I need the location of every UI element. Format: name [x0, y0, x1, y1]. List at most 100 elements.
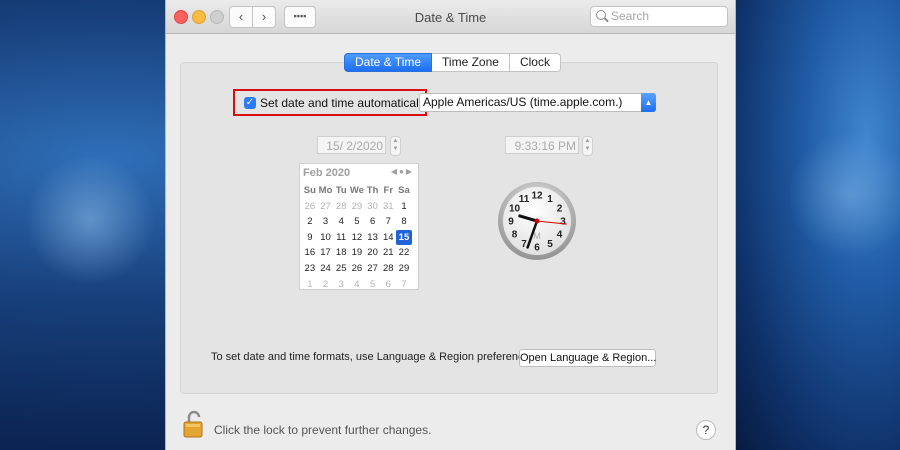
desktop-glow — [790, 120, 900, 270]
search-placeholder: Search — [611, 9, 650, 23]
calendar-day[interactable]: 17 — [318, 245, 334, 261]
calendar-day[interactable]: 7 — [380, 214, 396, 230]
calendar-day[interactable]: 20 — [365, 245, 381, 261]
calendar-month: Feb 2020 — [303, 167, 351, 179]
calendar-day[interactable]: 2 — [318, 277, 334, 293]
calendar-nav[interactable]: ◀●▶ — [391, 167, 414, 176]
calendar-weekday: We — [349, 185, 364, 196]
today-dot-icon[interactable]: ● — [399, 167, 406, 176]
clock-meridiem: M — [533, 231, 541, 241]
checkmark-icon: ✓ — [245, 97, 255, 108]
search-input[interactable]: Search — [590, 6, 728, 27]
clock-number: 12 — [531, 191, 543, 202]
calendar-day[interactable]: 11 — [333, 230, 349, 246]
tab-clock[interactable]: Clock — [509, 53, 561, 72]
calendar-day[interactable]: 26 — [302, 199, 318, 215]
clock-number: 6 — [534, 243, 540, 254]
calendar-day[interactable]: 31 — [380, 199, 396, 215]
calendar-day[interactable]: 28 — [333, 199, 349, 215]
clock-number: 7 — [521, 239, 527, 250]
calendar-day[interactable]: 27 — [318, 199, 334, 215]
calendar-day[interactable]: 9 — [302, 230, 318, 246]
clock-number: 9 — [508, 217, 514, 228]
calendar-day[interactable]: 24 — [318, 261, 334, 277]
calendar-day[interactable]: 21 — [380, 245, 396, 261]
calendar-day[interactable]: 5 — [349, 214, 365, 230]
calendar-day[interactable]: 2 — [302, 214, 318, 230]
calendar-weekday: Sa — [398, 185, 410, 196]
calendar-day[interactable]: 1 — [396, 199, 412, 215]
time-server-select[interactable]: Apple Americas/US (time.apple.com.) ▲ — [419, 93, 656, 112]
calendar-day[interactable]: 4 — [333, 214, 349, 230]
calendar-day[interactable]: 3 — [333, 277, 349, 293]
calendar-day[interactable]: 23 — [302, 261, 318, 277]
calendar-day[interactable]: 1 — [302, 277, 318, 293]
tab-date-time[interactable]: Date & Time — [344, 53, 433, 72]
time-server-value: Apple Americas/US (time.apple.com.) — [423, 95, 623, 109]
calendar-day[interactable]: 4 — [349, 277, 365, 293]
calendar-day[interactable]: 22 — [396, 245, 412, 261]
date-time-panel: ✓ Set date and time automatically: Apple… — [180, 62, 718, 394]
auto-set-label: Set date and time automatically: — [260, 96, 431, 110]
lock-icon[interactable] — [182, 410, 206, 438]
calendar-day[interactable]: 27 — [365, 261, 381, 277]
calendar-day[interactable]: 28 — [380, 261, 396, 277]
clock-number: 2 — [557, 204, 563, 215]
calendar-day[interactable]: 29 — [349, 199, 365, 215]
desktop-glow — [20, 150, 160, 290]
calendar-day[interactable]: 7 — [396, 277, 412, 293]
calendar-day[interactable]: 3 — [318, 214, 334, 230]
clock-number: 8 — [512, 230, 518, 241]
clock-number: 11 — [519, 194, 530, 205]
calendar-weekday: Mo — [318, 185, 333, 196]
analog-clock: 12 1 2 3 4 5 6 7 8 9 10 11 M — [497, 181, 577, 261]
clock-number: 10 — [509, 204, 521, 215]
preferences-window: ‹ › ▪▪▪▪ Date & Time Search ✓ Set date a… — [165, 0, 736, 450]
calendar-weekday: Tu — [335, 185, 347, 196]
time-stepper[interactable]: ▲ ▼ — [582, 136, 593, 156]
chevron-updown-icon: ▲ — [641, 93, 656, 112]
calendar-day[interactable]: 26 — [349, 261, 365, 277]
tab-time-zone[interactable]: Time Zone — [432, 53, 510, 72]
calendar-day[interactable]: 10 — [318, 230, 334, 246]
calendar-day-selected[interactable]: 15 — [396, 229, 412, 246]
title-bar: ‹ › ▪▪▪▪ Date & Time Search — [166, 0, 735, 34]
calendar[interactable]: Feb 2020 ◀●▶ Su Mo Tu We Th Fr Sa 26 27 28 29 30 31 1… — [299, 163, 419, 290]
help-button[interactable]: ? — [696, 420, 716, 440]
calendar-day[interactable]: 18 — [333, 245, 349, 261]
auto-set-highlight: ✓ Set date and time automatically: — [233, 89, 431, 116]
lock-text: Click the lock to prevent further change… — [214, 423, 432, 437]
calendar-day[interactable]: 29 — [396, 261, 412, 277]
tab-bar: Date & Time Time Zone Clock — [344, 53, 561, 72]
calendar-day[interactable]: 30 — [365, 199, 381, 215]
clock-center-pin — [534, 218, 540, 224]
stepper-arrows-icon: ▲ ▼ — [392, 138, 399, 152]
calendar-day[interactable]: 13 — [365, 230, 381, 246]
date-field[interactable]: 15/ 2/2020 — [317, 136, 386, 154]
formats-text: To set date and time formats, use Langua… — [211, 351, 539, 363]
calendar-day[interactable]: 25 — [333, 261, 349, 277]
clock-number: 1 — [547, 194, 553, 205]
calendar-day[interactable]: 6 — [365, 214, 381, 230]
calendar-weekday: Th — [366, 185, 379, 196]
calendar-weekday: Fr — [383, 185, 394, 196]
prev-month-icon[interactable]: ◀ — [391, 167, 399, 176]
calendar-day[interactable]: 14 — [380, 230, 396, 246]
calendar-day[interactable]: 5 — [365, 277, 381, 293]
calendar-grid: Su Mo Tu We Th Fr Sa 26 27 28 29 30 31 1 2 3 4 5 6 7 8 9 10 11 1… — [302, 183, 412, 292]
stepper-arrows-icon: ▲ ▼ — [584, 138, 591, 152]
clock-number: 3 — [560, 217, 566, 228]
open-language-region-button[interactable]: Open Language & Region... — [519, 349, 656, 367]
auto-set-checkbox[interactable]: ✓ — [244, 97, 256, 109]
clock-number: 4 — [557, 230, 563, 241]
calendar-day[interactable]: 16 — [302, 245, 318, 261]
calendar-day[interactable]: 6 — [380, 277, 396, 293]
next-month-icon[interactable]: ▶ — [406, 167, 414, 176]
calendar-day[interactable]: 8 — [396, 214, 412, 230]
date-stepper[interactable]: ▲ ▼ — [390, 136, 401, 156]
calendar-weekday: Su — [303, 185, 316, 196]
calendar-day[interactable]: 19 — [349, 245, 365, 261]
time-field[interactable]: 9:33:16 PM — [505, 136, 579, 154]
search-icon — [596, 10, 606, 20]
calendar-day[interactable]: 12 — [349, 230, 365, 246]
